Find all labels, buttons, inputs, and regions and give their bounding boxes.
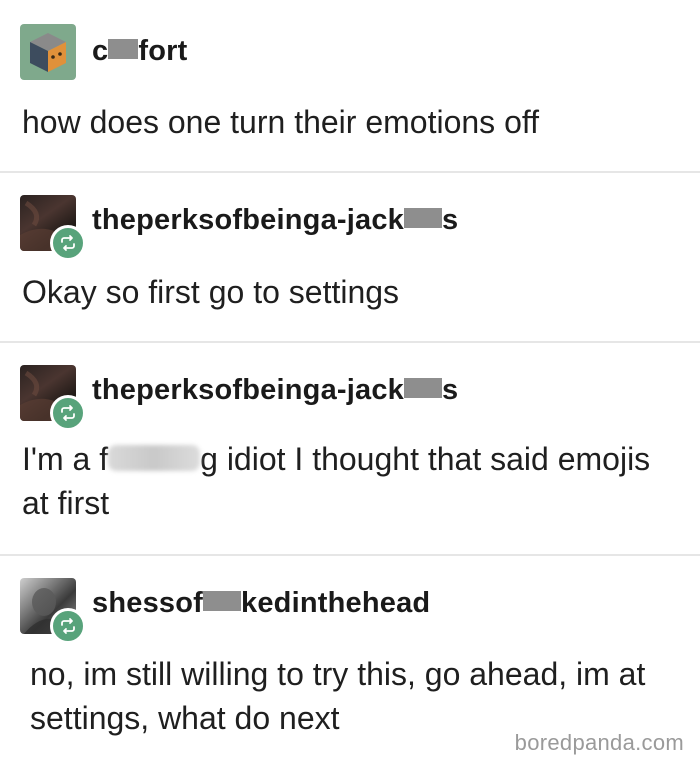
username-part: fort <box>138 35 188 67</box>
redaction-bar <box>108 39 139 60</box>
user-avatar[interactable] <box>20 195 86 261</box>
username-part: theperksofbeinga-jack <box>92 204 405 236</box>
reblog-icon <box>50 395 86 431</box>
post-original: c fort how does one turn their emotions o… <box>0 0 700 173</box>
reblog-icon <box>50 608 86 644</box>
post-body: no, im still willing to try this, go ahe… <box>30 656 646 736</box>
username-part: kedinthehead <box>241 587 431 619</box>
post-body: how does one turn their emotions off <box>22 104 540 140</box>
post-body: Okay so first go to settings <box>22 274 400 310</box>
post-reblog: theperksofbeinga-jack s I'm a fg idiot I … <box>0 343 700 556</box>
reblog-icon <box>50 225 86 261</box>
username-part: shessof <box>92 587 203 619</box>
username[interactable]: shessof kedinthehead <box>92 587 430 620</box>
cube-face-icon <box>20 24 76 80</box>
redaction-bar <box>404 208 443 229</box>
post-body: I'm a fg idiot I thought that said emoji… <box>22 437 680 525</box>
user-avatar[interactable] <box>20 24 76 80</box>
username[interactable]: theperksofbeinga-jack s <box>92 204 458 237</box>
post-body-part: I'm a f <box>22 441 109 477</box>
user-avatar[interactable] <box>20 578 86 644</box>
redaction-bar <box>203 591 241 612</box>
username-part: s <box>442 374 459 406</box>
username[interactable]: c fort <box>92 35 187 68</box>
watermark: boredpanda.com <box>514 730 684 755</box>
redaction-bar <box>404 378 443 399</box>
reblog-thread: c fort how does one turn their emotions o… <box>0 0 700 770</box>
post-reblog: theperksofbeinga-jack s Okay so first go … <box>0 173 700 343</box>
user-avatar[interactable] <box>20 365 86 431</box>
username-part: theperksofbeinga-jack <box>92 374 405 406</box>
username[interactable]: theperksofbeinga-jack s <box>92 374 458 407</box>
blurred-word <box>108 444 201 471</box>
username-part: c <box>92 35 109 67</box>
username-part: s <box>442 204 459 236</box>
